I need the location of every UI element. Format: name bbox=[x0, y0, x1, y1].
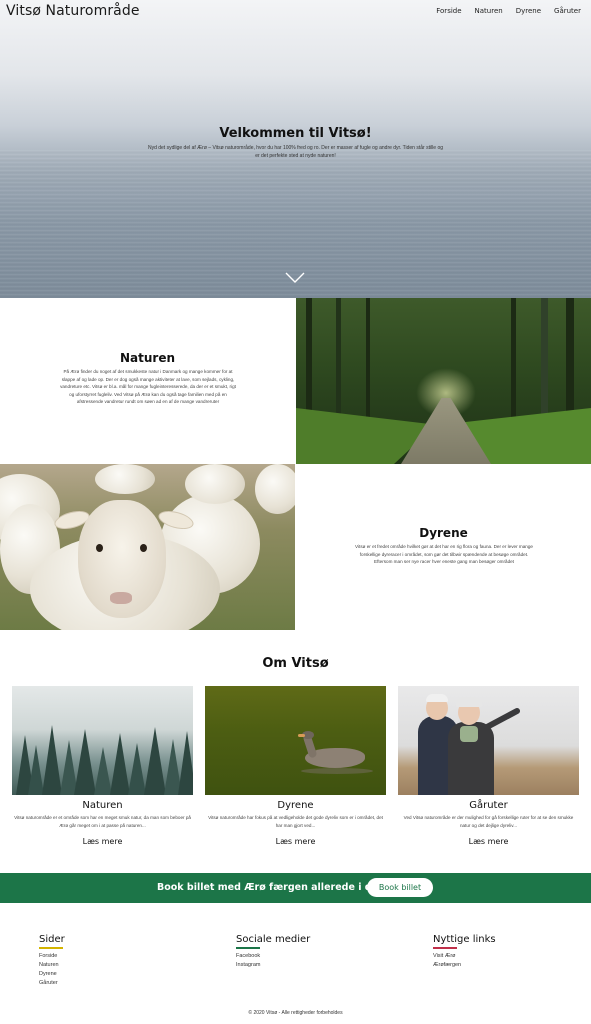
footer-heading: Sider bbox=[39, 934, 65, 945]
footer-col-sider: Sider Forside Naturen Dyrene Gåruter bbox=[39, 934, 199, 988]
hero-title: Velkommen til Vitsø! bbox=[219, 126, 372, 141]
footer-link-garuter[interactable]: Gåruter bbox=[39, 979, 199, 988]
site-logo[interactable]: Vitsø Naturområde bbox=[6, 3, 140, 19]
footer-col-nyttige: Nyttige links Visit Ærø Ærøfærgen bbox=[433, 934, 591, 970]
dyrene-title: Dyrene bbox=[419, 526, 468, 540]
elderly-couple-image bbox=[398, 686, 579, 795]
nav-item-dyrene[interactable]: Dyrene bbox=[516, 7, 541, 15]
footer-link-dyrene[interactable]: Dyrene bbox=[39, 970, 199, 979]
naturen-text-panel: Naturen På Ærø finder du noget af det sm… bbox=[0, 298, 295, 464]
card-text: Vitsø naturområde er et område som har e… bbox=[14, 815, 191, 828]
footer-link-aerofaergen[interactable]: Ærøfærgen bbox=[433, 961, 591, 970]
card-text: Ved Vitsø naturområde er der mulighed fo… bbox=[403, 815, 574, 828]
footer-link-naturen[interactable]: Naturen bbox=[39, 961, 199, 970]
footer-link-instagram[interactable]: Instagram bbox=[236, 961, 396, 970]
book-ticket-button[interactable]: Book billet bbox=[367, 878, 433, 897]
nav-item-forside[interactable]: Forside bbox=[436, 7, 461, 15]
forest-image bbox=[296, 298, 591, 464]
banner-text: Book billet med Ærø færgen allerede i da… bbox=[157, 882, 390, 893]
card-title: Gåruter bbox=[469, 800, 508, 811]
card-title: Naturen bbox=[82, 800, 123, 811]
hero-subtitle: Nyd det sydlige del af Ærø – Vitsø natur… bbox=[147, 145, 444, 159]
copyright: © 2020 Vitsø - Alle rettigheder forbehol… bbox=[248, 1010, 343, 1016]
booking-banner: Book billet med Ærø færgen allerede i da… bbox=[0, 873, 591, 903]
footer-heading: Nyttige links bbox=[433, 934, 496, 945]
nav-item-naturen[interactable]: Naturen bbox=[475, 7, 503, 15]
read-more-link[interactable]: Læs mere bbox=[205, 837, 386, 846]
sheep-image bbox=[0, 464, 295, 630]
naturen-title: Naturen bbox=[119, 351, 176, 365]
card-garuter: Gåruter Ved Vitsø naturområde er der mul… bbox=[398, 686, 579, 846]
card-dyrene: Dyrene Vitsø naturområde har fokus på at… bbox=[205, 686, 386, 846]
footer-link-facebook[interactable]: Facebook bbox=[236, 952, 396, 961]
footer-col-sociale: Sociale medier Facebook Instagram bbox=[236, 934, 396, 970]
nav-item-garuter[interactable]: Gåruter bbox=[554, 7, 581, 15]
footer-accent-line bbox=[236, 947, 260, 949]
om-title: Om Vitsø bbox=[262, 656, 329, 671]
hero-section: Vitsø Naturområde Forside Naturen Dyrene… bbox=[0, 0, 591, 298]
read-more-link[interactable]: Læs mere bbox=[12, 837, 193, 846]
footer-link-visit-aero[interactable]: Visit Ærø bbox=[433, 952, 591, 961]
footer-heading: Sociale medier bbox=[236, 934, 311, 945]
card-naturen: Naturen Vitsø naturområde er et område s… bbox=[12, 686, 193, 846]
read-more-link[interactable]: Læs mere bbox=[398, 837, 579, 846]
naturen-text: På Ærø finder du noget af det smukkeste … bbox=[60, 369, 236, 404]
dyrene-text-panel: Dyrene Vitsø er et fredet område hvilket… bbox=[296, 464, 591, 630]
goose-image bbox=[205, 686, 386, 795]
card-title: Dyrene bbox=[277, 800, 314, 811]
dyrene-text: Vitsø er et fredet område hvilket gør at… bbox=[355, 544, 533, 564]
misty-forest-image bbox=[12, 686, 193, 795]
main-nav: Forside Naturen Dyrene Gåruter bbox=[436, 7, 581, 15]
footer-accent-line bbox=[39, 947, 63, 949]
chevron-down-icon[interactable] bbox=[285, 272, 305, 284]
footer-accent-line bbox=[433, 947, 457, 949]
card-text: Vitsø naturområde har fokus på at vedlig… bbox=[208, 815, 383, 828]
footer-link-forside[interactable]: Forside bbox=[39, 952, 199, 961]
